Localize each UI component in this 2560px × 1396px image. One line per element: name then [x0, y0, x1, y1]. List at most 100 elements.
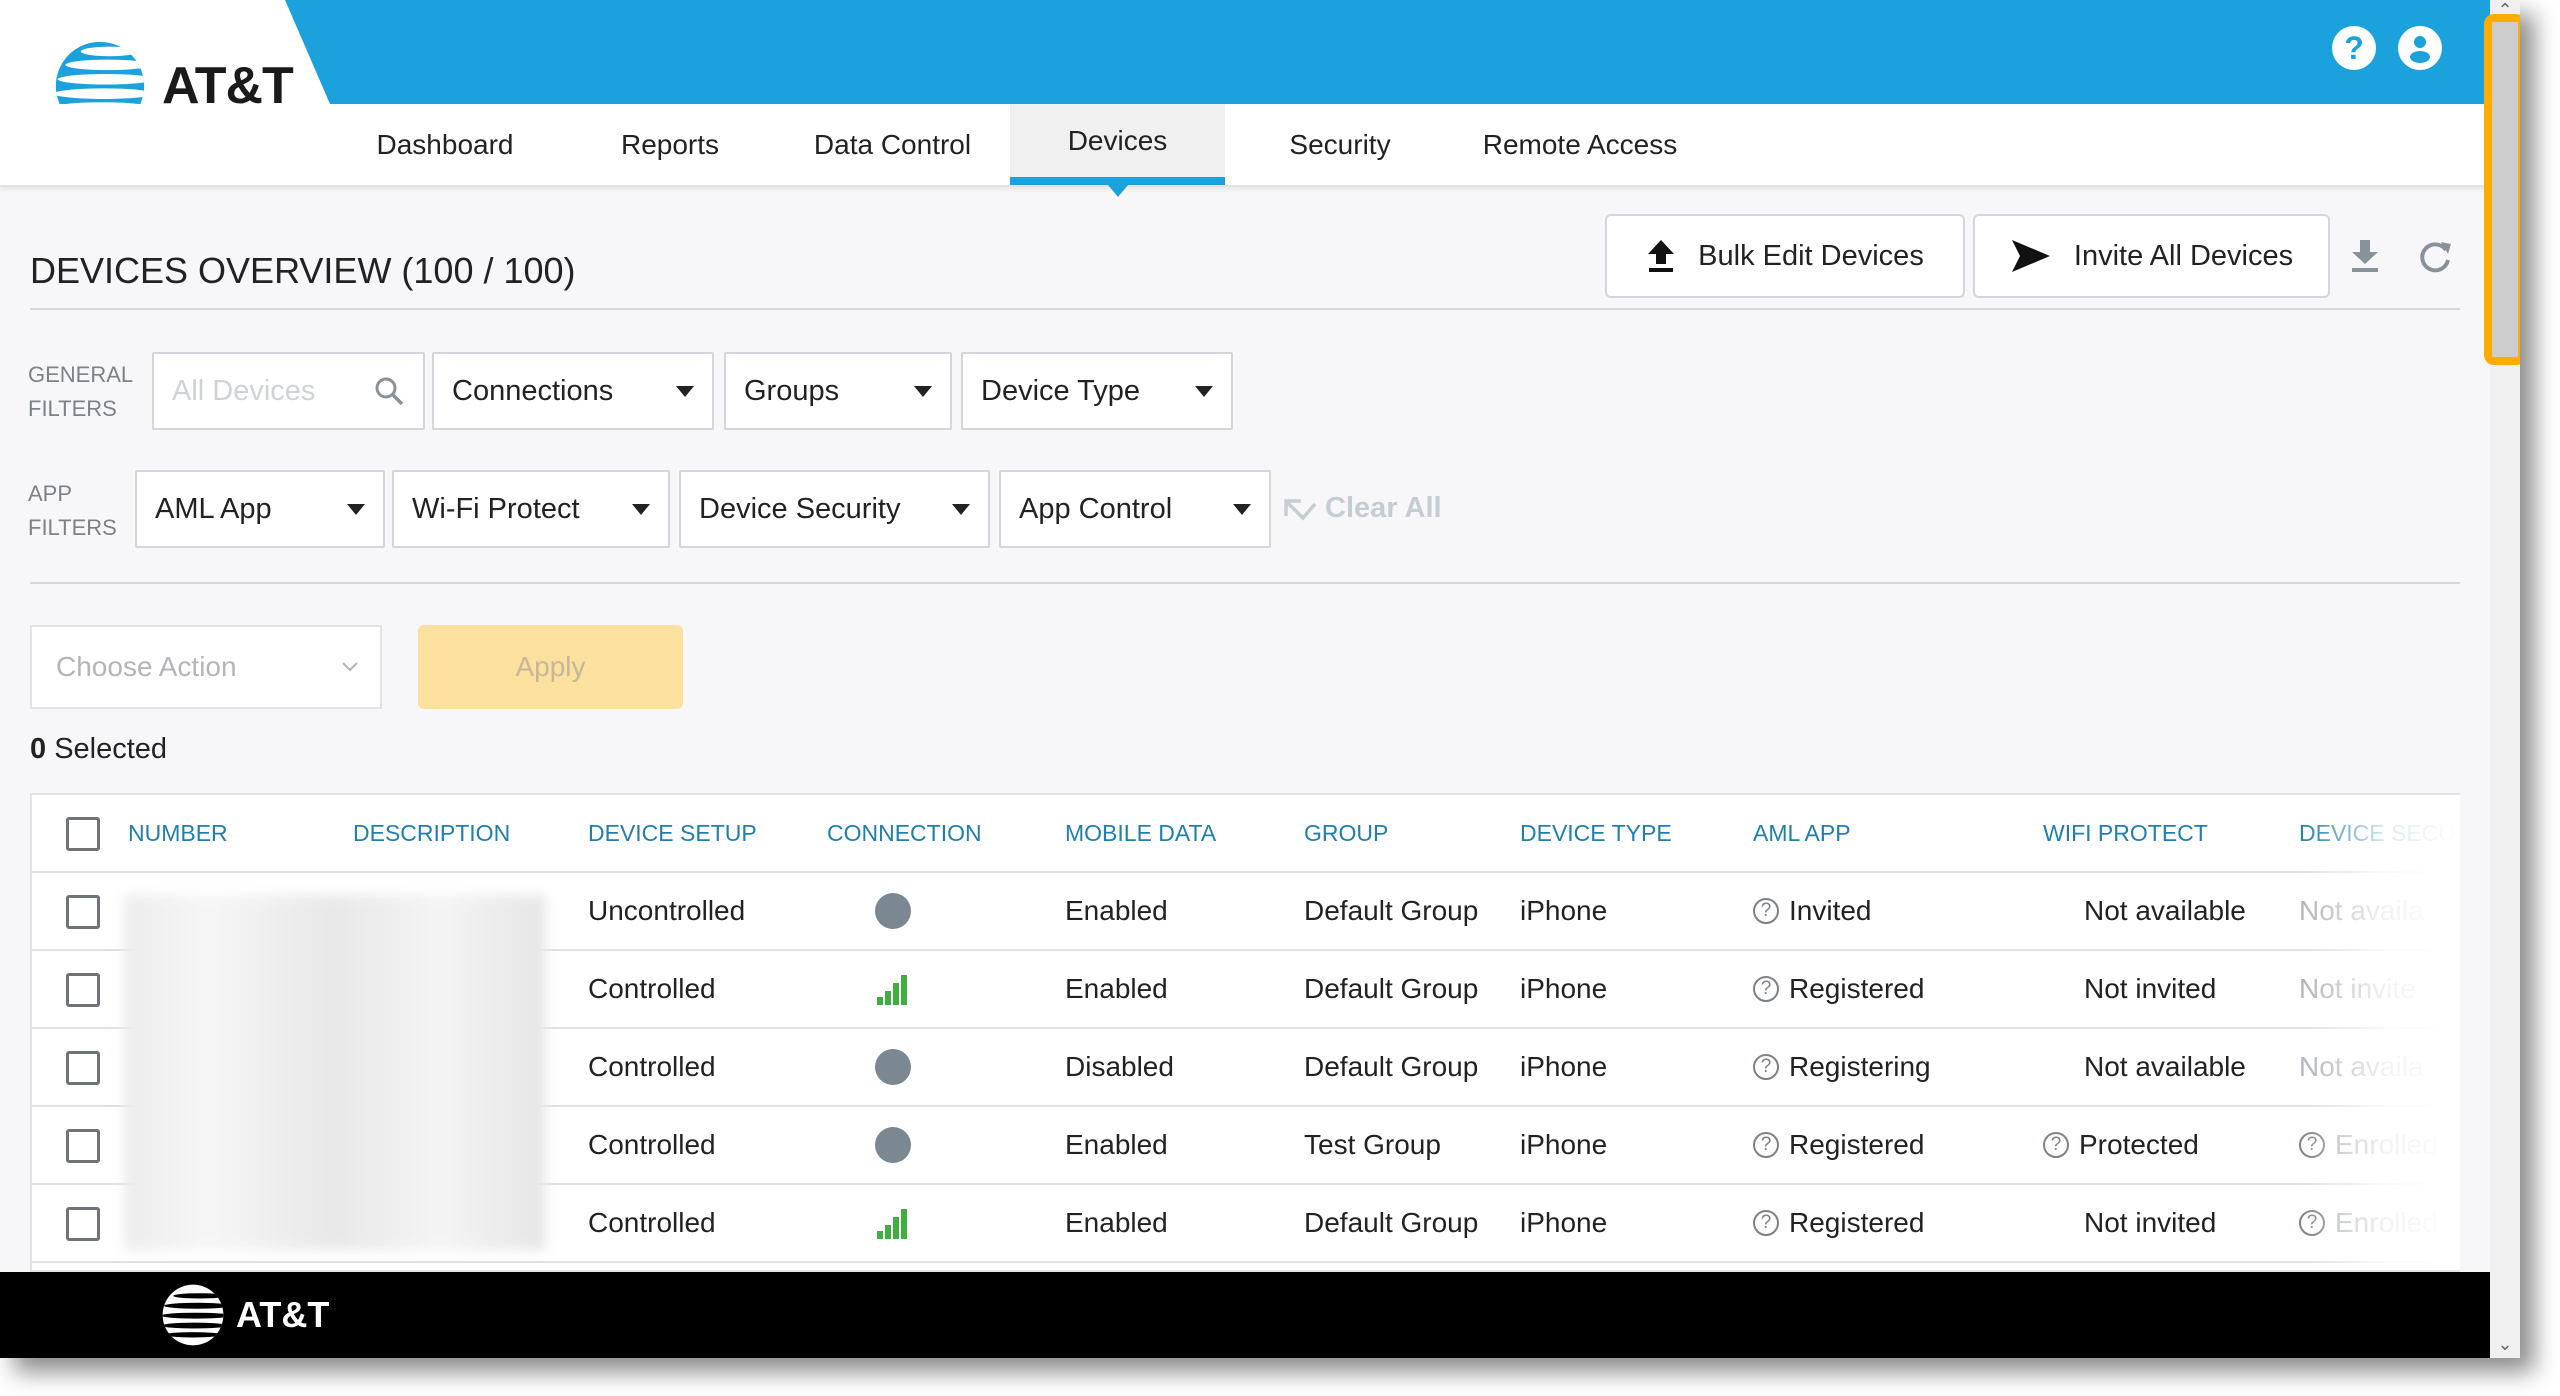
choose-action-select[interactable]: Choose Action: [30, 625, 382, 709]
invite-all-devices-button[interactable]: Invite All Devices: [1973, 214, 2330, 298]
group-cell: Default Group: [1304, 1029, 1478, 1105]
device-setup-cell: Controlled: [588, 1029, 716, 1105]
title-divider: [30, 308, 2460, 310]
help-circle-icon[interactable]: ?: [1753, 898, 1779, 924]
column-header-connection[interactable]: CONNECTION: [827, 795, 982, 871]
user-account-icon[interactable]: [2398, 26, 2442, 70]
group-cell: Default Group: [1304, 873, 1478, 949]
scroll-down-arrow-icon[interactable]: ⌄: [2490, 1334, 2520, 1354]
row-checkbox[interactable]: [66, 973, 100, 1007]
scrollbar-thumb[interactable]: [2484, 14, 2520, 365]
chevron-down-icon: [342, 662, 358, 672]
scroll-up-arrow-icon[interactable]: ⌃: [2490, 0, 2520, 20]
column-header-wifi-protect[interactable]: WIFI PROTECT: [2043, 795, 2208, 871]
cell-text: Not invited: [2084, 1207, 2217, 1238]
device-type-cell: iPhone: [1520, 951, 1607, 1027]
tab-label: Dashboard: [376, 128, 514, 160]
row-checkbox[interactable]: [66, 1207, 100, 1241]
connection-cell: [875, 1029, 911, 1105]
aml-app-cell: ? Registering: [1753, 1029, 1931, 1105]
cell-text: Not available: [2084, 1051, 2246, 1082]
device-security-cell: Not availa: [2299, 1029, 2424, 1105]
connection-cell: [875, 1185, 911, 1261]
cell-text: Not availa: [2299, 1051, 2424, 1082]
cell-text: iPhone: [1520, 895, 1608, 926]
device-security-filter-dropdown[interactable]: Device Security: [679, 470, 990, 548]
device-search-input[interactable]: All Devices: [152, 352, 425, 430]
connections-filter-dropdown[interactable]: Connections: [432, 352, 714, 430]
table-header-row: NUMBER DESCRIPTION DEVICE SETUP CONNECTI…: [32, 795, 2460, 873]
column-header-mobile-data[interactable]: MOBILE DATA: [1065, 795, 1216, 871]
help-circle-icon[interactable]: ?: [2299, 1210, 2325, 1236]
aml-app-cell: ? Registered: [1753, 1107, 1924, 1183]
cell-text: iPhone: [1520, 1129, 1608, 1160]
device-setup-cell: Controlled: [588, 1107, 716, 1183]
redacted-number-description: [124, 895, 546, 1250]
tab-devices[interactable]: Devices: [1010, 104, 1225, 197]
column-header-description[interactable]: DESCRIPTION: [353, 795, 510, 871]
column-header-device-security[interactable]: DEVICE SECURI: [2299, 795, 2460, 871]
mobile-data-cell: Enabled: [1065, 873, 1168, 949]
top-bar: AT&T ?: [0, 0, 2490, 131]
help-circle-icon[interactable]: ?: [1753, 1210, 1779, 1236]
column-header-device-type[interactable]: DEVICE TYPE: [1520, 795, 1672, 871]
app-control-filter-dropdown[interactable]: App Control: [999, 470, 1271, 548]
device-type-cell: iPhone: [1520, 1107, 1607, 1183]
column-header-device-setup[interactable]: DEVICE SETUP: [588, 795, 757, 871]
download-icon[interactable]: [2345, 236, 2385, 276]
help-circle-icon[interactable]: ?: [1753, 1054, 1779, 1080]
tab-reports[interactable]: Reports: [580, 104, 760, 185]
cell-text: iPhone: [1520, 1207, 1608, 1238]
dropdown-label: Connections: [452, 374, 614, 407]
cell-text: Registered: [1789, 1207, 1925, 1238]
help-circle-icon[interactable]: ?: [2043, 1132, 2069, 1158]
cell-text: Registering: [1789, 1051, 1931, 1082]
tab-label: Security: [1289, 128, 1391, 160]
device-security-cell: ? Enrolled: [2299, 1107, 2438, 1183]
row-checkbox[interactable]: [66, 895, 100, 929]
tab-dashboard[interactable]: Dashboard: [340, 104, 550, 185]
caret-down-icon: [952, 503, 970, 515]
refresh-icon[interactable]: [2415, 236, 2455, 276]
row-checkbox[interactable]: [66, 1051, 100, 1085]
row-checkbox[interactable]: [66, 1129, 100, 1163]
help-circle-icon[interactable]: ?: [1753, 1132, 1779, 1158]
column-header-number[interactable]: NUMBER: [128, 795, 228, 871]
caret-down-icon: [1233, 503, 1251, 515]
help-circle-icon[interactable]: ?: [2299, 1132, 2325, 1158]
column-header-aml-app[interactable]: AML APP: [1753, 795, 1851, 871]
filters-divider: [30, 582, 2460, 584]
device-type-cell: iPhone: [1520, 1185, 1607, 1261]
footer-logo: AT&T: [160, 1282, 329, 1348]
wifi-protect-cell: ? Protected: [2043, 1107, 2199, 1183]
column-header-group[interactable]: GROUP: [1304, 795, 1388, 871]
connection-cell: [875, 951, 911, 1027]
tab-remote-access[interactable]: Remote Access: [1460, 104, 1700, 185]
mobile-data-cell: Enabled: [1065, 951, 1168, 1027]
device-type-filter-dropdown[interactable]: Device Type: [961, 352, 1233, 430]
wifi-protect-filter-dropdown[interactable]: Wi-Fi Protect: [392, 470, 670, 548]
top-bar-accent: [285, 0, 2490, 104]
apply-button[interactable]: Apply: [418, 625, 683, 709]
cell-text: Test Group: [1304, 1129, 1441, 1160]
help-icon[interactable]: ?: [2332, 26, 2376, 70]
label-line: APP: [28, 481, 73, 506]
send-icon: [2011, 240, 2050, 272]
help-circle-icon[interactable]: ?: [1753, 976, 1779, 1002]
att-globe-icon: [162, 1284, 224, 1346]
tab-security[interactable]: Security: [1250, 104, 1430, 185]
vertical-scrollbar[interactable]: ⌃ ⌄: [2484, 0, 2520, 1358]
tab-data-control[interactable]: Data Control: [780, 104, 1005, 185]
groups-filter-dropdown[interactable]: Groups: [724, 352, 952, 430]
cell-text: Not invited: [2084, 973, 2217, 1004]
help-glyph: ?: [2344, 29, 2364, 66]
bulk-edit-devices-button[interactable]: Bulk Edit Devices: [1605, 214, 1965, 298]
aml-app-filter-dropdown[interactable]: AML App: [135, 470, 385, 548]
select-all-checkbox[interactable]: [66, 817, 100, 851]
clear-all-button[interactable]: Clear All: [1283, 492, 1442, 525]
mobile-data-cell: Enabled: [1065, 1185, 1168, 1261]
group-cell: Test Group: [1304, 1107, 1441, 1183]
header-icons: ?: [2332, 26, 2442, 70]
cell-text: Enabled: [1065, 973, 1168, 1004]
caret-down-icon: [347, 503, 365, 515]
